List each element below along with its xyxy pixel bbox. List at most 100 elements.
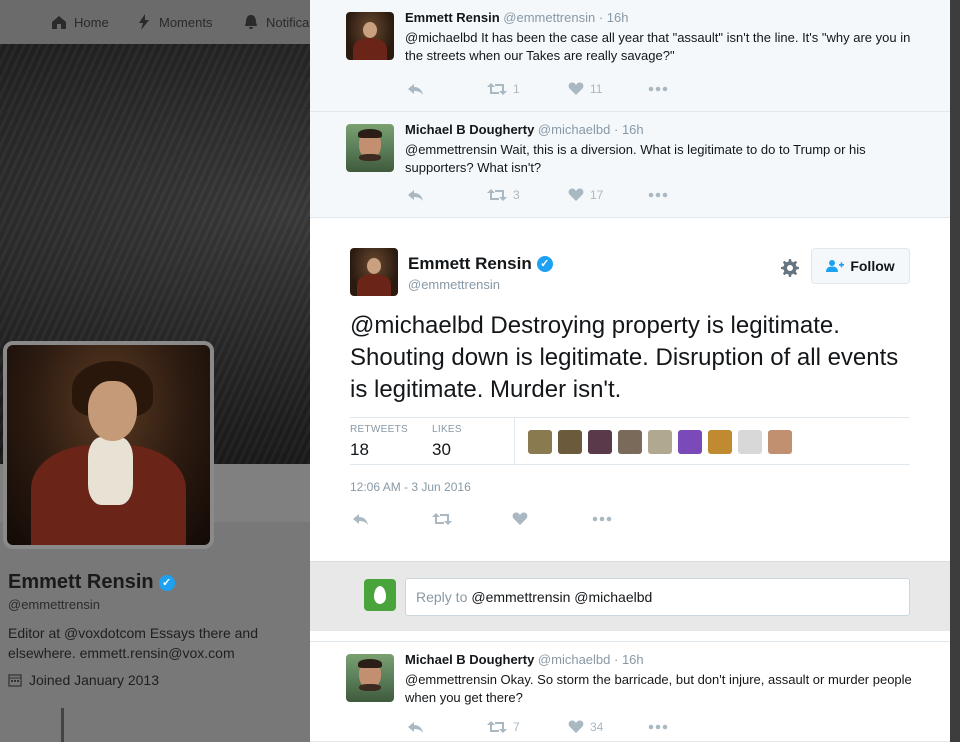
retweets-label: RETWEETS [350, 424, 408, 435]
retweet-button[interactable]: 3 [487, 188, 568, 202]
author-handle[interactable]: @michaelbd [538, 122, 610, 137]
nav-moments[interactable]: Moments [135, 0, 212, 44]
reply-tweet[interactable]: Emmett Rensin @emmettrensin · 16h @micha… [310, 0, 950, 112]
reply-tweet[interactable]: Michael B Dougherty @michaelbd · 16h @em… [310, 641, 950, 742]
liker-avatar[interactable] [708, 430, 732, 454]
liker-avatar[interactable] [648, 430, 672, 454]
like-count: 11 [590, 82, 603, 96]
gear-icon[interactable] [780, 258, 800, 278]
tweet-header: Michael B Dougherty @michaelbd · 16h [405, 652, 644, 667]
tweet-header: Michael B Dougherty @michaelbd · 16h [405, 122, 644, 137]
reply-button[interactable] [407, 188, 487, 202]
follow-button[interactable]: Follow [811, 248, 910, 284]
tweet-actions: 1 11 [407, 82, 668, 96]
retweet-icon [487, 721, 507, 733]
verified-badge-icon: ✓ [536, 256, 553, 272]
liker-avatar[interactable] [618, 430, 642, 454]
follow-label: Follow [850, 258, 895, 274]
nav-home[interactable]: Home [50, 0, 109, 44]
reply-button[interactable] [407, 82, 487, 96]
more-icon [648, 86, 668, 92]
more-icon [648, 724, 668, 730]
retweet-button[interactable] [432, 512, 512, 526]
profile-joined-text: Joined January 2013 [29, 672, 159, 688]
profile-name-text: Emmett Rensin [8, 571, 154, 593]
author-handle[interactable]: @michaelbd [538, 652, 610, 667]
likes-label: LIKES [432, 424, 462, 435]
nav-notifications[interactable]: Notifica [242, 0, 309, 44]
avatar[interactable] [346, 124, 394, 172]
like-button[interactable]: 17 [568, 188, 648, 202]
reply-input[interactable]: Reply to @emmettrensin @michaelbd [405, 578, 910, 616]
like-count: 34 [590, 720, 604, 734]
reply-tweet[interactable]: Michael B Dougherty @michaelbd · 16h @em… [310, 112, 950, 218]
liker-avatar[interactable] [678, 430, 702, 454]
liker-avatar[interactable] [738, 430, 762, 454]
author-name[interactable]: Emmett Rensin [405, 10, 500, 25]
tweet-time[interactable]: · 16h [614, 122, 644, 137]
liker-avatar[interactable] [588, 430, 612, 454]
more-icon [648, 192, 668, 198]
heart-icon [568, 188, 584, 201]
author-name[interactable]: Michael B Dougherty [405, 652, 534, 667]
liker-avatar[interactable] [528, 430, 552, 454]
like-button[interactable]: 34 [568, 720, 648, 734]
main-tweet-text: @michaelbd Destroying property is legiti… [350, 312, 899, 403]
avatar[interactable] [346, 654, 394, 702]
reply-mentions: @emmettrensin @michaelbd [471, 589, 653, 605]
tweet-text: @emmettrensin Okay. So storm the barrica… [405, 672, 912, 705]
reply-icon [408, 190, 423, 201]
nav-home-label: Home [74, 14, 109, 30]
more-button[interactable] [648, 724, 668, 730]
author-handle[interactable]: @emmettrensin [503, 10, 595, 25]
verified-badge-icon: ✓ [158, 574, 175, 591]
retweet-button[interactable]: 7 [487, 720, 568, 734]
scrollbar-area[interactable] [950, 0, 960, 742]
nav-moments-label: Moments [159, 14, 213, 30]
main-tweet-author[interactable]: Emmett Rensin ✓ [408, 254, 553, 274]
more-button[interactable] [648, 192, 668, 198]
reply-composer: Reply to @emmettrensin @michaelbd [310, 561, 950, 631]
retweet-button[interactable]: 1 [487, 82, 568, 96]
like-count: 17 [590, 188, 604, 202]
liker-avatars [528, 430, 792, 454]
avatar[interactable] [350, 248, 398, 296]
tweet-time[interactable]: · 16h [614, 652, 644, 667]
author-name[interactable]: Emmett Rensin [408, 254, 532, 274]
more-button[interactable] [592, 516, 612, 522]
divider [514, 418, 515, 464]
avatar[interactable] [346, 12, 394, 60]
reply-placeholder: Reply to [416, 589, 468, 605]
liker-avatar[interactable] [558, 430, 582, 454]
like-button[interactable] [512, 512, 592, 526]
nav-notifications-label: Notifica [266, 14, 310, 30]
tweet-time[interactable]: · 16h [599, 10, 629, 25]
retweet-count: 7 [513, 720, 520, 734]
profile-avatar[interactable] [3, 341, 214, 549]
lightning-icon [139, 14, 149, 30]
tweet-header: Emmett Rensin @emmettrensin · 16h [405, 10, 628, 25]
reply-icon [408, 722, 423, 733]
reply-button[interactable] [352, 512, 432, 526]
author-name[interactable]: Michael B Dougherty [405, 122, 534, 137]
retweets-stat[interactable]: RETWEETS 18 [350, 424, 408, 460]
profile-name: Emmett Rensin ✓ [8, 571, 175, 594]
likes-stat[interactable]: LIKES 30 [432, 424, 462, 460]
profile-joined: Joined January 2013 [8, 672, 159, 688]
like-button[interactable]: 11 [568, 82, 648, 96]
tweet-actions: 7 34 [407, 720, 668, 734]
reply-button[interactable] [407, 720, 487, 734]
profile-handle[interactable]: @emmettrensin [8, 597, 100, 612]
tweet-timestamp[interactable]: 12:06 AM - 3 Jun 2016 [350, 480, 471, 494]
bell-icon [245, 15, 257, 29]
conversation-thread-line [61, 708, 64, 742]
main-tweet: Emmett Rensin ✓ @emmettrensin Follow @mi… [310, 218, 950, 561]
liker-avatar[interactable] [768, 430, 792, 454]
author-handle[interactable]: @emmettrensin [408, 277, 500, 292]
retweet-count: 3 [513, 188, 520, 202]
divider [350, 417, 910, 418]
user-egg-avatar [364, 579, 396, 611]
reply-icon [408, 84, 423, 95]
main-tweet-actions [352, 512, 612, 526]
more-button[interactable] [648, 86, 668, 92]
